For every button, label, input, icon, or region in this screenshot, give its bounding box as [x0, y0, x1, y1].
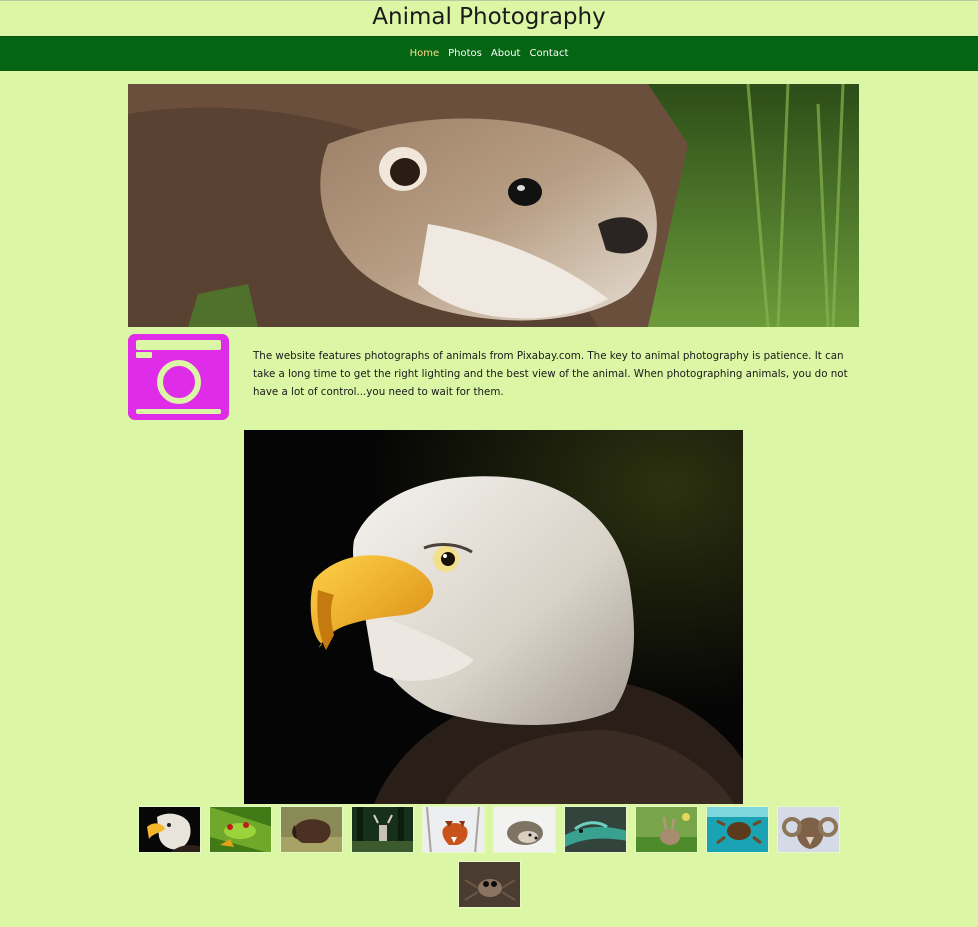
main-nav: Home Photos About Contact: [0, 36, 978, 71]
intro-section: The website features photographs of anim…: [128, 334, 859, 422]
thumbnail-row-2: [0, 861, 978, 908]
site-header: Animal Photography: [0, 1, 978, 36]
hero-otter-image: [128, 84, 859, 327]
nav-home-link[interactable]: Home: [410, 47, 440, 61]
thumbnail-hedgehog[interactable]: [493, 806, 556, 853]
thumbnail-turtle[interactable]: [706, 806, 769, 853]
camera-icon: [128, 334, 229, 420]
thumbnail-eagle[interactable]: [138, 806, 201, 853]
site-title: Animal Photography: [372, 4, 606, 30]
thumbnail-lizard[interactable]: [564, 806, 627, 853]
thumbnail-deer[interactable]: [351, 806, 414, 853]
nav-contact-link[interactable]: Contact: [529, 47, 568, 61]
thumbnail-fox[interactable]: [422, 806, 485, 853]
thumbnail-rabbit[interactable]: [635, 806, 698, 853]
intro-text: The website features photographs of anim…: [253, 350, 848, 398]
thumbnail-spider[interactable]: [457, 861, 521, 908]
nav-photos-link[interactable]: Photos: [448, 47, 482, 61]
nav-about-link[interactable]: About: [491, 47, 521, 61]
thumbnail-frog[interactable]: [209, 806, 272, 853]
featured-eagle-image: [244, 430, 743, 804]
thumbnail-ram[interactable]: [777, 806, 840, 853]
thumbnail-bison[interactable]: [280, 806, 343, 853]
thumbnail-row-1: [0, 806, 978, 853]
